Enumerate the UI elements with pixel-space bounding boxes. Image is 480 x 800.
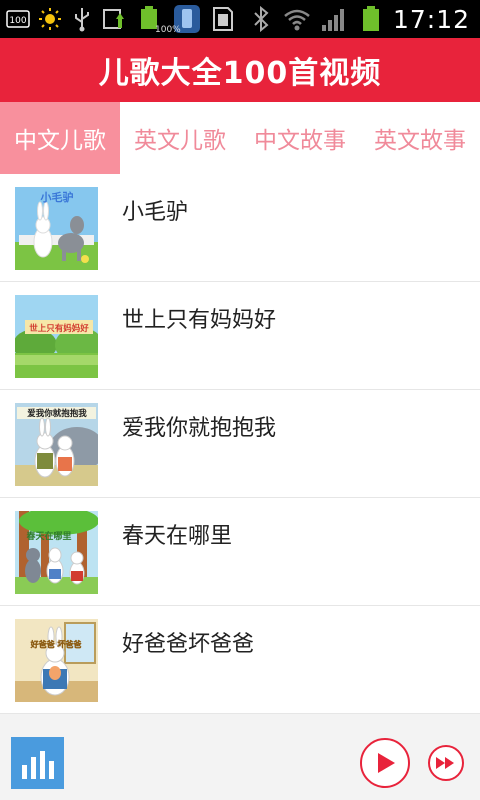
list-item[interactable]: 世上只有妈妈好 世上只有妈妈好 xyxy=(0,282,480,390)
list-item[interactable]: 爱我你就抱抱我 爱我你就抱抱我 xyxy=(0,390,480,498)
tab-label: 中文故事 xyxy=(254,128,346,154)
song-title: 好爸爸坏爸爸 xyxy=(122,632,255,657)
play-icon xyxy=(378,753,395,773)
fast-forward-icon xyxy=(436,757,454,769)
song-thumbnail: 小毛驴 xyxy=(15,187,98,270)
tab-label: 中文儿歌 xyxy=(14,128,106,154)
song-thumbnail: 春天在哪里 xyxy=(15,511,98,594)
list-item[interactable]: 小毛驴 小毛驴 xyxy=(0,174,480,282)
sd-card-icon xyxy=(210,7,234,31)
sim-100-icon: 100 xyxy=(6,7,30,31)
song-list: 小毛驴 小毛驴 世上只有妈妈好 世上只有妈妈好 爱我你就抱抱我 爱我你就抱抱我 … xyxy=(0,174,480,714)
song-thumbnail: 爱我你就抱抱我 xyxy=(15,403,98,486)
play-button[interactable] xyxy=(360,738,410,788)
player-bar xyxy=(0,714,480,800)
svg-text:100: 100 xyxy=(9,16,26,26)
status-bar-right: 17:12 xyxy=(249,4,470,34)
page-title: 儿歌大全100首视频 xyxy=(98,56,382,91)
list-item[interactable]: 好爸爸 坏爸爸 好爸爸坏爸爸 xyxy=(0,606,480,714)
sync-icon xyxy=(102,7,126,31)
signal-icon xyxy=(321,7,349,31)
song-title: 春天在哪里 xyxy=(122,524,233,549)
thumbnail-caption: 好爸爸 坏爸爸 xyxy=(30,639,82,649)
thumbnail-caption: 世上只有妈妈好 xyxy=(29,323,89,334)
thumbnail-caption: 春天在哪里 xyxy=(25,530,71,542)
tab-english-stories[interactable]: 英文故事 xyxy=(360,102,480,174)
song-thumbnail: 世上只有妈妈好 xyxy=(15,295,98,378)
tab-label: 英文儿歌 xyxy=(134,128,226,154)
equalizer-icon[interactable] xyxy=(11,737,64,789)
thumbnail-caption: 爱我你就抱抱我 xyxy=(27,408,87,419)
tab-chinese-stories[interactable]: 中文故事 xyxy=(240,102,360,174)
thumbnail-caption: 小毛驴 xyxy=(40,190,74,204)
song-title: 爱我你就抱抱我 xyxy=(122,416,277,441)
battery-percent-label: 100% xyxy=(155,25,181,35)
clock: 17:12 xyxy=(392,4,470,34)
song-thumbnail: 好爸爸 坏爸爸 xyxy=(15,619,98,702)
song-title: 小毛驴 xyxy=(122,200,189,225)
tab-english-songs[interactable]: 英文儿歌 xyxy=(120,102,240,174)
wifi-icon xyxy=(283,7,311,31)
bluetooth-icon xyxy=(249,6,273,32)
brightness-icon xyxy=(38,7,62,31)
status-bar-left: 100 xyxy=(6,4,234,34)
song-title: 世上只有妈妈好 xyxy=(122,308,277,333)
usb-icon xyxy=(70,7,94,32)
battery-icon xyxy=(359,6,383,31)
tab-label: 英文故事 xyxy=(374,128,466,154)
header-bar: 儿歌大全100首视频 xyxy=(0,38,480,102)
status-bar: 100 100% 17:12 xyxy=(0,0,480,38)
list-item[interactable]: 春天在哪里 春天在哪里 xyxy=(0,498,480,606)
tab-chinese-songs[interactable]: 中文儿歌 xyxy=(0,102,120,174)
fast-forward-button[interactable] xyxy=(428,745,464,781)
category-tabs: 中文儿歌 英文儿歌 中文故事 英文故事 xyxy=(0,102,480,174)
